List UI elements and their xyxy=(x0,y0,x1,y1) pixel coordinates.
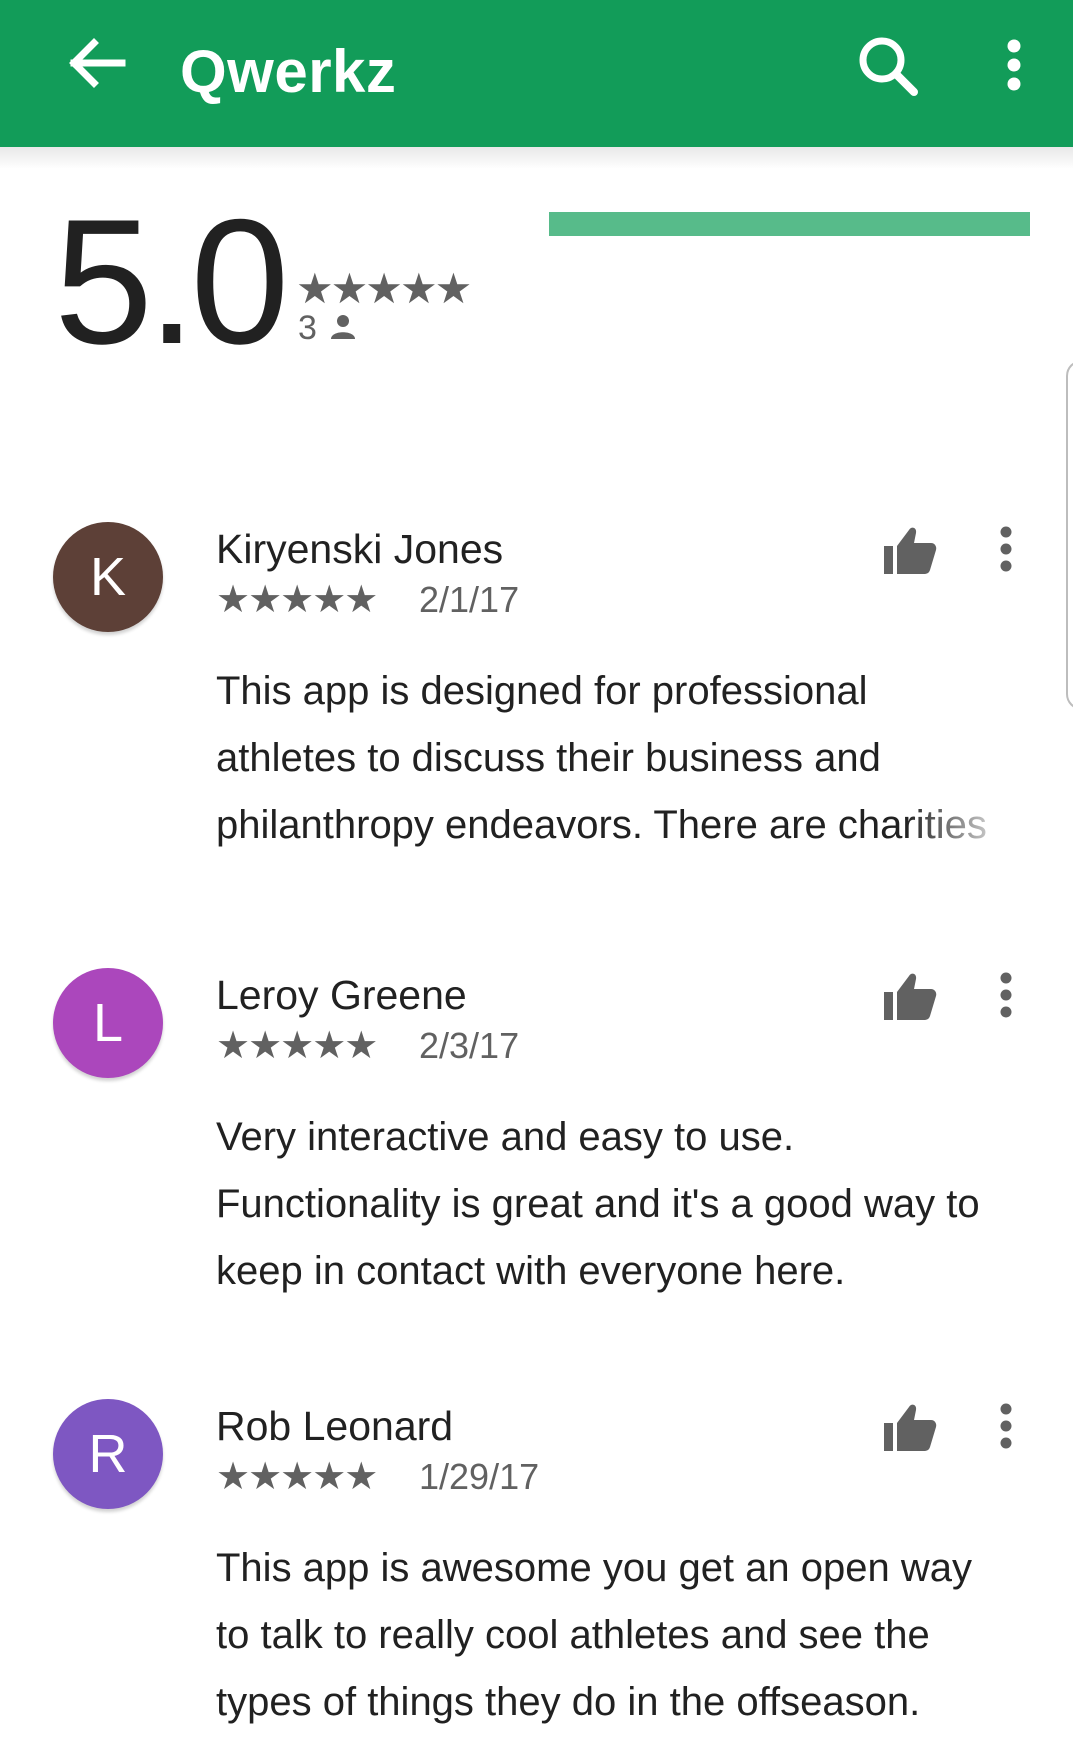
review-item: L Leroy Greene ★★★★★ 2/3/17 Very interac… xyxy=(0,968,1073,1298)
average-rating: 5.0 xyxy=(54,182,289,381)
five-star-bar xyxy=(549,212,1030,236)
review-item: K Kiryenski Jones ★★★★★ 2/1/17 This app … xyxy=(0,522,1073,859)
review-more-icon[interactable] xyxy=(992,522,1020,582)
review-item: R Rob Leonard ★★★★★ 1/29/17 This app is … xyxy=(0,1399,1073,1745)
thumbs-up-icon[interactable] xyxy=(882,968,938,1024)
app-bar: Qwerkz xyxy=(0,0,1073,147)
avatar: K xyxy=(53,522,163,632)
reviewer-name: Rob Leonard xyxy=(216,1403,454,1449)
review-text[interactable]: Very interactive and easy to use. Functi… xyxy=(216,1104,1016,1305)
five-star-bar-fill xyxy=(549,212,1030,236)
review-stars: ★★★★★ xyxy=(216,1025,378,1067)
reviewer-name: Leroy Greene xyxy=(216,972,467,1018)
review-more-icon[interactable] xyxy=(992,1399,1020,1459)
review-text[interactable]: This app is awesome you get an open way … xyxy=(216,1535,1016,1736)
review-date: 2/3/17 xyxy=(419,1025,520,1066)
rating-summary: 5.0 ★★★★★ 3 xyxy=(0,170,1073,420)
review-more-icon[interactable] xyxy=(992,968,1020,1028)
rating-count-value: 3 xyxy=(298,309,317,347)
more-vert-icon[interactable] xyxy=(984,30,1044,110)
review-stars: ★★★★★ xyxy=(216,1456,378,1498)
person-icon xyxy=(330,308,356,352)
back-arrow-icon[interactable] xyxy=(52,30,140,118)
review-stars: ★★★★★ xyxy=(216,579,378,621)
thumbs-up-icon[interactable] xyxy=(882,522,938,578)
review-text[interactable]: This app is designed for professional at… xyxy=(216,658,1016,859)
search-icon[interactable] xyxy=(852,30,932,110)
avatar: L xyxy=(53,968,163,1078)
reviewer-name: Kiryenski Jones xyxy=(216,526,504,572)
rating-count: 3 xyxy=(298,306,356,352)
review-date: 1/29/17 xyxy=(419,1456,540,1497)
review-date: 2/1/17 xyxy=(419,579,520,620)
avatar: R xyxy=(53,1399,163,1509)
thumbs-up-icon[interactable] xyxy=(882,1399,938,1455)
app-bar-shadow xyxy=(0,147,1073,169)
app-title: Qwerkz xyxy=(180,38,397,105)
